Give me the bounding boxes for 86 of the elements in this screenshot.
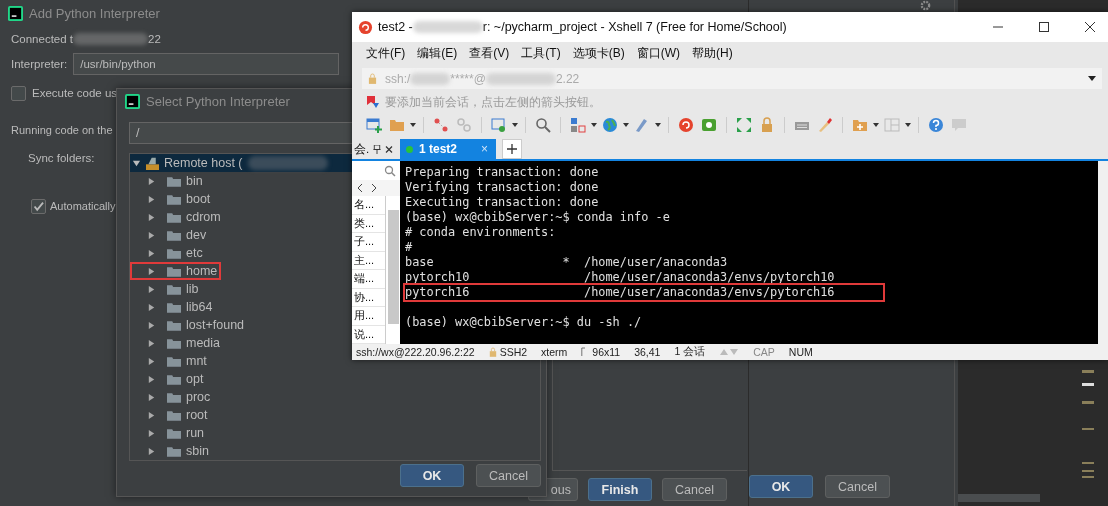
window-title: Add Python Interpreter xyxy=(29,5,160,21)
connection-port: 22 xyxy=(148,33,161,45)
connection-label: Connected t xyxy=(11,33,73,45)
section-label: Running code on the xyxy=(11,124,113,136)
property-name: 主... xyxy=(352,251,386,270)
property-name: 协... xyxy=(352,288,386,307)
status-text: xterm xyxy=(541,346,568,358)
tree-label: sbin xyxy=(186,444,209,458)
menu-item[interactable]: 工具(T) xyxy=(521,45,561,62)
tree-label: proc xyxy=(186,390,211,404)
status-text: 96x11 xyxy=(592,346,621,358)
menu-item[interactable]: 文件(F) xyxy=(366,45,406,62)
tree-item[interactable]: home xyxy=(130,262,222,280)
interpreter-field[interactable]: /usr/bin/python xyxy=(73,53,340,75)
terminal-line: Executing transaction: done xyxy=(405,195,599,210)
tree-item[interactable]: cdrom xyxy=(130,208,225,226)
tree-item[interactable]: bin xyxy=(130,172,207,190)
tree-label: lib64 xyxy=(186,300,213,314)
tree-item[interactable]: media xyxy=(130,334,225,352)
terminal-line: # conda environments: xyxy=(405,225,556,240)
tree-item[interactable]: mnt xyxy=(130,352,211,370)
tree-label: etc xyxy=(186,246,203,260)
tree-item[interactable]: etc xyxy=(130,244,207,262)
tree-label: boot xyxy=(186,192,211,206)
checkbox-label: Automatically xyxy=(50,200,116,212)
dialog-button[interactable]: Cancel xyxy=(825,475,890,498)
window-title: Select Python Interpreter xyxy=(146,93,290,109)
tree-item[interactable]: lost+found xyxy=(130,316,249,334)
tree-item[interactable]: dev xyxy=(130,226,211,244)
menu-item[interactable]: 编辑(E) xyxy=(417,45,458,62)
menu-item[interactable]: 窗口(W) xyxy=(636,45,680,62)
tree-label: home xyxy=(186,264,218,278)
terminal-line: (base) wx@cbibServer:~$ conda info -e xyxy=(405,210,670,225)
property-name: 端... xyxy=(352,270,386,289)
property-name: 类... xyxy=(352,214,386,233)
status-text: ssh://wx@222.20.96.2:22 xyxy=(356,346,475,358)
tree-item[interactable]: boot xyxy=(130,190,215,208)
tree-label: cdrom xyxy=(186,210,221,224)
status-text: NUM xyxy=(788,346,813,358)
menu-item[interactable]: 帮助(H) xyxy=(692,45,733,62)
property-name: 子... xyxy=(352,233,386,252)
tree-label: run xyxy=(186,426,205,440)
menu-item[interactable]: 查看(V) xyxy=(469,45,510,62)
dialog-button[interactable]: OK xyxy=(749,475,813,498)
checkbox-label: Execute code us xyxy=(32,87,118,99)
dialog-button[interactable]: OK xyxy=(400,464,464,487)
tree-item[interactable]: root xyxy=(130,406,212,424)
tree-item[interactable]: opt xyxy=(130,370,208,388)
dialog-button[interactable]: Cancel xyxy=(476,464,541,487)
terminal-line: Verifying transaction: done xyxy=(405,180,599,195)
terminal-line: pytorch10 /home/user/anaconda3/envs/pytorch10 xyxy=(405,270,835,285)
status-text: 36,41 xyxy=(634,346,661,358)
tree-item[interactable]: lib64 xyxy=(130,298,217,316)
close-tab-button[interactable]: × xyxy=(467,139,497,159)
tree-label: opt xyxy=(186,372,204,386)
panel-title: 会. xyxy=(354,141,370,157)
dialog-button[interactable]: Finish xyxy=(588,478,652,501)
terminal-line: (base) wx@cbibServer:~$ du -sh ./ xyxy=(405,315,642,330)
tree-label: dev xyxy=(186,228,207,242)
dialog-button[interactable]: Cancel xyxy=(662,478,727,501)
status-text: 1 会话 xyxy=(674,345,706,359)
hint-text: 要添加当前会话，点击左侧的箭头按钮。 xyxy=(385,93,601,111)
property-name: 名... xyxy=(352,196,386,215)
tree-item[interactable]: proc xyxy=(130,388,215,406)
status-text: SSH2 xyxy=(499,346,528,358)
tree-label: lost+found xyxy=(186,318,245,332)
tree-label: Remote host ( xyxy=(164,156,243,170)
tree-label: lib xyxy=(186,282,199,296)
session-tab[interactable]: 1 test2 xyxy=(400,139,468,159)
status-text: CAP xyxy=(753,346,775,358)
property-name: 用... xyxy=(352,307,386,326)
tree-label: root xyxy=(186,408,208,422)
tree-label: mnt xyxy=(186,354,207,368)
tree-item[interactable]: run xyxy=(130,424,209,442)
terminal-line: # xyxy=(405,240,413,255)
menu-item[interactable]: 选项卡(B) xyxy=(572,45,625,62)
window-title: r: ~/pycharm_project - Xshell 7 (Free for Home/School) xyxy=(482,20,787,34)
field-label: Interpreter: xyxy=(11,58,68,70)
window-title: test2 - xyxy=(378,20,413,34)
terminal-line: pytorch16 /home/user/anaconda3/envs/pytorch16 xyxy=(405,285,883,300)
tree-label: bin xyxy=(186,174,203,188)
terminal-line: base * /home/user/anaconda3 xyxy=(405,255,728,270)
tree-item[interactable]: sbin xyxy=(130,442,213,460)
tree-item[interactable]: lib xyxy=(130,280,203,298)
field-label: Sync folders: xyxy=(28,152,95,164)
tree-label: media xyxy=(186,336,221,350)
